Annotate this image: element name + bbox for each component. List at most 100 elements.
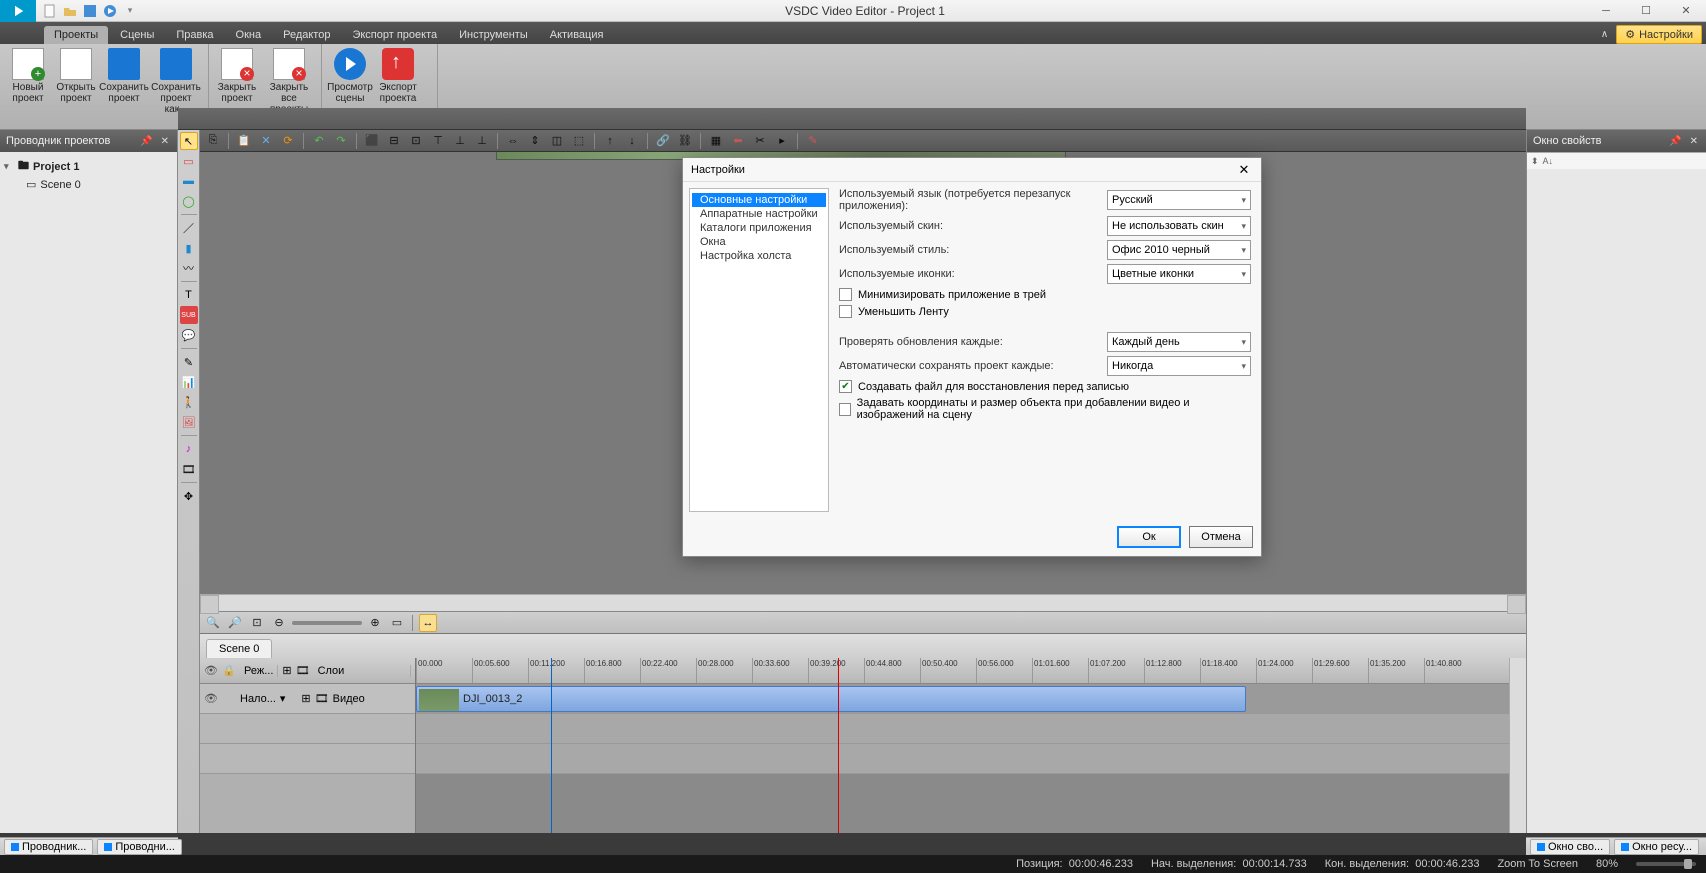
close-button[interactable]: ✕: [1666, 0, 1706, 22]
person-tool-icon[interactable]: 🚶: [180, 393, 198, 411]
export-project-button[interactable]: Экспорт проекта: [374, 44, 422, 116]
ribbon-checkbox[interactable]: [839, 305, 852, 318]
project-tree-root[interactable]: ▾ 🖿 Project 1: [4, 156, 173, 177]
subtitle-tool-icon[interactable]: SUB: [180, 306, 198, 324]
panel-close-icon[interactable]: ✕: [159, 136, 171, 147]
redo-icon[interactable]: ↷: [332, 132, 350, 150]
footer-tab-properties[interactable]: Окно сво...: [1530, 839, 1610, 855]
ribbon-tab-edit[interactable]: Правка: [166, 26, 223, 44]
line-tool-icon[interactable]: ／: [180, 219, 198, 237]
snap-toggle-icon[interactable]: ↔: [419, 614, 437, 632]
timeline-tab-scene[interactable]: Scene 0: [206, 639, 272, 658]
chevron-down-icon[interactable]: ▾: [280, 692, 286, 705]
ok-button[interactable]: Ок: [1117, 526, 1181, 548]
dialog-close-button[interactable]: ✕: [1235, 161, 1253, 179]
undo-icon[interactable]: ↶: [310, 132, 328, 150]
crop-icon[interactable]: ◫: [548, 132, 566, 150]
qat-open-icon[interactable]: [62, 3, 78, 19]
freehand-tool-icon[interactable]: 〰: [180, 259, 198, 277]
qat-new-icon[interactable]: [42, 3, 58, 19]
app-logo[interactable]: [0, 0, 36, 22]
zoom-fit-icon[interactable]: ⊡: [248, 614, 266, 632]
resize-icon[interactable]: ⬚: [570, 132, 588, 150]
zoom-slider-status[interactable]: [1636, 862, 1696, 866]
tray-checkbox[interactable]: [839, 288, 852, 301]
footer-tab-explorer[interactable]: Проводник...: [4, 839, 93, 855]
audio-tool-icon[interactable]: ♪: [180, 440, 198, 458]
split-icon[interactable]: ✂: [751, 132, 769, 150]
unlink-icon[interactable]: ⛓: [676, 132, 694, 150]
expand-icon[interactable]: ⊞: [282, 664, 291, 677]
cursor-tool-icon[interactable]: ↖: [180, 132, 198, 150]
track-eye-icon[interactable]: 👁: [204, 692, 218, 705]
pin-icon[interactable]: 📌: [1667, 136, 1683, 147]
bring-front-icon[interactable]: ↑: [601, 132, 619, 150]
panel-close-icon[interactable]: ✕: [1688, 136, 1700, 147]
ribbon-tab-projects[interactable]: Проекты: [44, 26, 108, 44]
recovery-checkbox[interactable]: ✔: [839, 380, 852, 393]
mode-column[interactable]: Реж...: [240, 665, 278, 677]
align-center-h-icon[interactable]: ⊟: [385, 132, 403, 150]
status-zoom-mode[interactable]: Zoom To Screen: [1497, 858, 1578, 870]
footer-tab-resources[interactable]: Окно ресу...: [1614, 839, 1699, 855]
updates-select[interactable]: Каждый день: [1107, 332, 1251, 352]
ellipse-tool-icon[interactable]: ◯: [180, 192, 198, 210]
ungroup-icon[interactable]: ⬅: [729, 132, 747, 150]
autosave-select[interactable]: Никогда: [1107, 356, 1251, 376]
new-project-button[interactable]: Новый проект: [4, 44, 52, 116]
align-right-icon[interactable]: ⊡: [407, 132, 425, 150]
lock-column-icon[interactable]: 🔒: [222, 664, 236, 677]
ribbon-tab-tools[interactable]: Инструменты: [449, 26, 538, 44]
project-tree-scene[interactable]: ▭ Scene 0: [4, 177, 173, 192]
group-icon[interactable]: ▦: [707, 132, 725, 150]
qat-save-icon[interactable]: [82, 3, 98, 19]
maximize-button[interactable]: ☐: [1626, 0, 1666, 22]
align-middle-icon[interactable]: ⊥: [451, 132, 469, 150]
preview-area[interactable]: Настройки ✕ Основные настройки Аппаратны…: [200, 130, 1526, 594]
close-all-button[interactable]: Закрыть все проекты: [261, 44, 317, 116]
settings-tree-hardware[interactable]: Аппаратные настройки: [692, 207, 826, 221]
text-tool-icon[interactable]: T: [180, 286, 198, 304]
zoom-slider[interactable]: [292, 621, 362, 625]
settings-tree-catalogs[interactable]: Каталоги приложения: [692, 221, 826, 235]
save-as-button[interactable]: Сохранить проект как...: [148, 44, 204, 116]
preview-scrollbar-h[interactable]: [200, 594, 1526, 611]
ribbon-tab-scenes[interactable]: Сцены: [110, 26, 164, 44]
zoom-100-icon[interactable]: ▭: [388, 614, 406, 632]
timeline-clip[interactable]: DJI_0013_2: [416, 686, 1246, 712]
rotate-icon[interactable]: ⟳: [279, 132, 297, 150]
paste-icon[interactable]: 📋: [235, 132, 253, 150]
pin-icon[interactable]: 📌: [138, 136, 154, 147]
timeline-track[interactable]: DJI_0013_2: [416, 684, 1509, 714]
align-top-icon[interactable]: ⊤: [429, 132, 447, 150]
style-select[interactable]: Офис 2010 черный: [1107, 240, 1251, 260]
chart-tool-icon[interactable]: 📊: [180, 373, 198, 391]
distribute-h-icon[interactable]: ⇔: [504, 132, 522, 150]
delete-icon[interactable]: ✕: [257, 132, 275, 150]
open-project-button[interactable]: Открыть проект: [52, 44, 100, 116]
preview-scene-button[interactable]: Просмотр сцены: [326, 44, 374, 116]
image-tool-icon[interactable]: 🖼: [180, 413, 198, 431]
playhead[interactable]: [838, 658, 839, 833]
zoom-plus-icon[interactable]: ⊕: [366, 614, 384, 632]
align-bottom-icon[interactable]: ⊥: [473, 132, 491, 150]
link-icon[interactable]: 🔗: [654, 132, 672, 150]
save-project-button[interactable]: Сохранить проект: [100, 44, 148, 116]
zoom-out-icon[interactable]: 🔎: [226, 614, 244, 632]
icons-select[interactable]: Цветные иконки: [1107, 264, 1251, 284]
fx-icon[interactable]: ✎: [804, 132, 822, 150]
ribbon-tab-export[interactable]: Экспорт проекта: [342, 26, 447, 44]
send-back-icon[interactable]: ↓: [623, 132, 641, 150]
skin-select[interactable]: Не использовать скин: [1107, 216, 1251, 236]
timeline-ruler[interactable]: 00.00000:05.60000:11.20000:16.80000:22.4…: [416, 658, 1509, 684]
ribbon-tab-windows[interactable]: Окна: [226, 26, 272, 44]
timeline-track-header[interactable]: 👁 Нало... ▾ ⊞ 🎞 Видео: [200, 684, 415, 714]
footer-tab-explorer2[interactable]: Проводни...: [97, 839, 182, 855]
minimize-button[interactable]: ─: [1586, 0, 1626, 22]
video-tool-icon[interactable]: 🎞: [180, 460, 198, 478]
cancel-button[interactable]: Отмена: [1189, 526, 1253, 548]
coords-checkbox[interactable]: [839, 403, 851, 416]
qat-play-icon[interactable]: [102, 3, 118, 19]
tree-collapse-icon[interactable]: ▾: [4, 161, 14, 172]
qat-dropdown-icon[interactable]: ▾: [122, 3, 138, 19]
